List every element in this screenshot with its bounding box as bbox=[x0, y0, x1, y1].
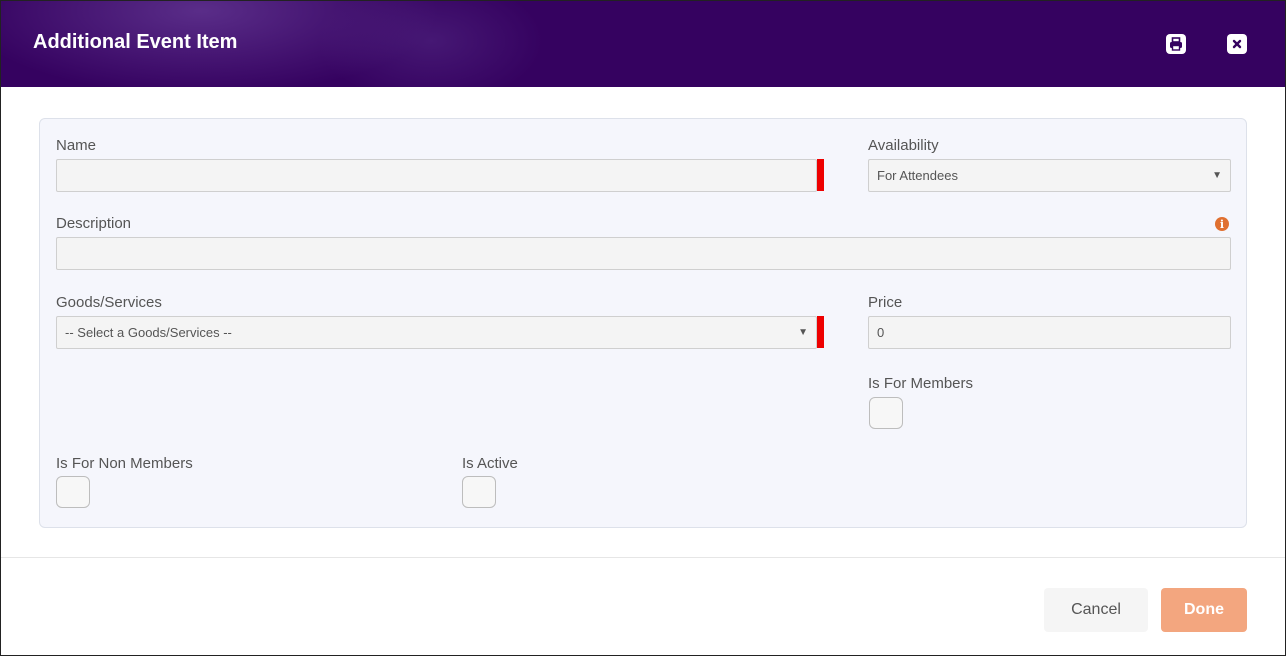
header-globe-highlight bbox=[281, 1, 581, 87]
availability-label: Availability bbox=[868, 137, 939, 154]
done-button[interactable]: Done bbox=[1161, 588, 1247, 632]
is-for-members-label: Is For Members bbox=[868, 375, 974, 392]
name-required-marker bbox=[817, 159, 824, 191]
footer-divider bbox=[1, 557, 1285, 558]
availability-selected-value: For Attendees bbox=[877, 168, 958, 183]
close-icon bbox=[1232, 39, 1242, 49]
goods-services-label: Goods/Services bbox=[56, 294, 162, 311]
availability-select[interactable]: For Attendees ▼ bbox=[868, 159, 1231, 192]
print-button[interactable] bbox=[1166, 34, 1186, 54]
cancel-button[interactable]: Cancel bbox=[1044, 588, 1148, 632]
is-for-non-members-label: Is For Non Members bbox=[56, 455, 193, 472]
dropdown-caret-icon: ▼ bbox=[1212, 170, 1222, 181]
name-input[interactable] bbox=[56, 159, 817, 192]
print-icon bbox=[1170, 37, 1182, 51]
dialog-title: Additional Event Item bbox=[33, 31, 238, 53]
dropdown-caret-icon: ▼ bbox=[798, 327, 808, 338]
goods-services-selected-value: -- Select a Goods/Services -- bbox=[65, 325, 232, 340]
event-item-dialog: Additional Event Item Name Availability … bbox=[0, 0, 1286, 656]
is-for-non-members-checkbox[interactable] bbox=[56, 476, 90, 508]
form-panel: Name Availability For Attendees ▼ Descri… bbox=[39, 118, 1247, 528]
description-input[interactable] bbox=[56, 237, 1231, 270]
description-label: Description bbox=[56, 215, 132, 232]
price-input[interactable] bbox=[868, 316, 1231, 349]
goods-services-select[interactable]: -- Select a Goods/Services -- ▼ bbox=[56, 316, 817, 349]
goods-services-required-marker bbox=[817, 316, 824, 348]
is-for-members-checkbox[interactable] bbox=[869, 397, 903, 429]
price-label: Price bbox=[868, 294, 903, 311]
is-active-label: Is Active bbox=[462, 455, 518, 472]
dialog-header: Additional Event Item bbox=[1, 1, 1285, 87]
name-label: Name bbox=[56, 137, 97, 154]
is-active-checkbox[interactable] bbox=[462, 476, 496, 508]
close-button[interactable] bbox=[1227, 34, 1247, 54]
info-icon[interactable]: i bbox=[1215, 217, 1229, 231]
